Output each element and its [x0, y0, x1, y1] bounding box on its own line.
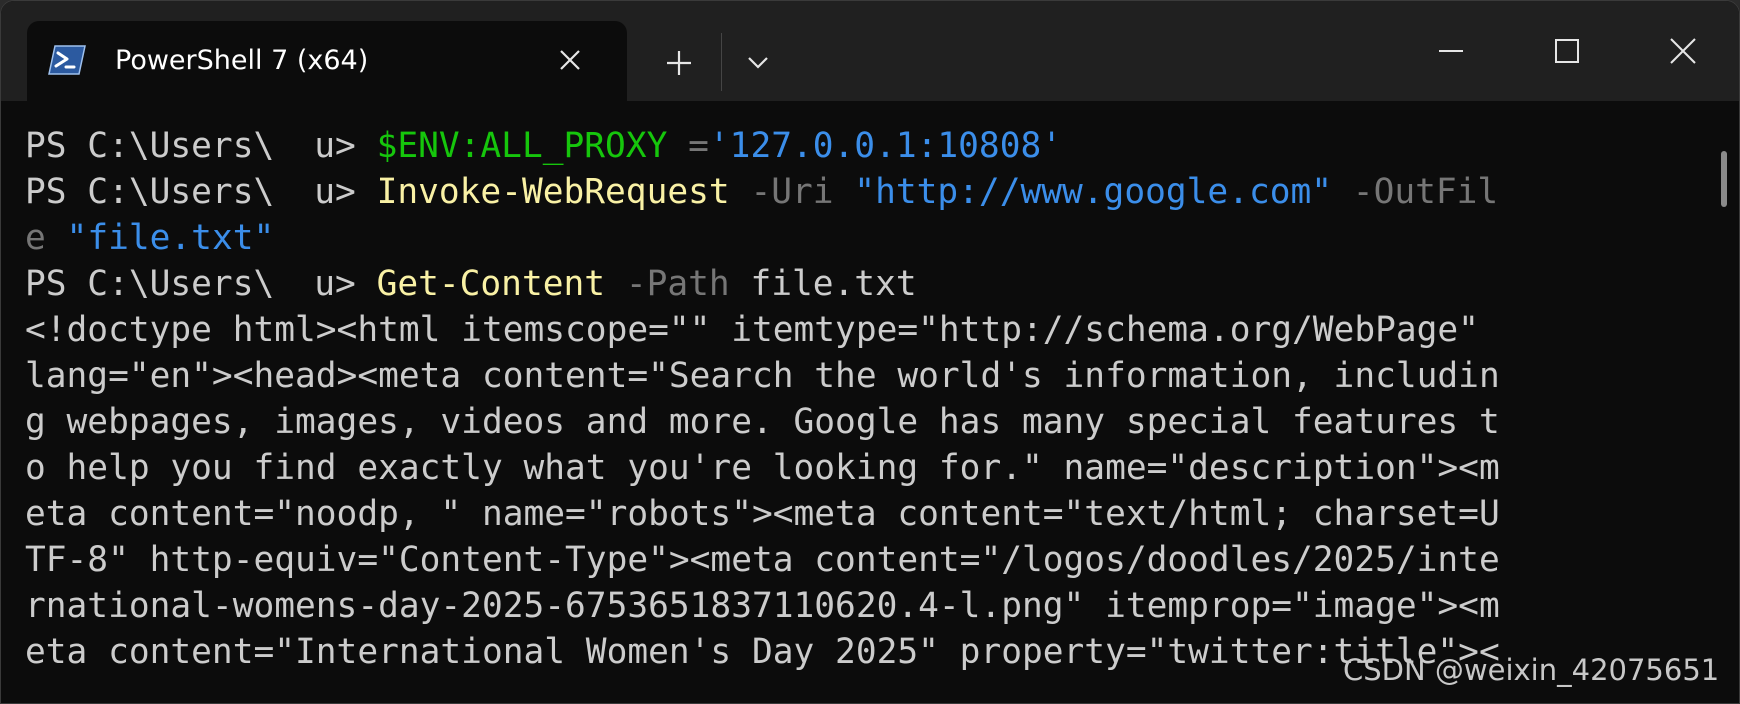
tab-powershell[interactable]: PowerShell 7 (x64) [27, 21, 627, 101]
output-line: eta content="noodp, " name="robots"><met… [25, 494, 1500, 534]
string-value: "http://www.google.com" [854, 172, 1333, 212]
close-icon[interactable] [1663, 31, 1703, 71]
parameter: e [25, 218, 67, 258]
cmdlet: Invoke-WebRequest [376, 172, 730, 212]
prompt: PS C:\Users\ [25, 264, 275, 304]
tab-title: PowerShell 7 (x64) [115, 45, 369, 76]
redacted-username [274, 266, 314, 306]
command-line: PS C:\Users\ u> Invoke-WebRequest -Uri "h… [25, 169, 1725, 215]
output-line: TF-8" http-equiv="Content-Type"><meta co… [25, 540, 1500, 580]
output-line: lang="en"><head><meta content="Search th… [25, 356, 1500, 396]
output-line: <!doctype html><html itemscope="" itemty… [25, 310, 1479, 350]
tab-divider [721, 33, 722, 91]
maximize-icon[interactable] [1547, 31, 1587, 71]
output-line: o help you find exactly what you're look… [25, 448, 1500, 488]
string-value: "file.txt" [66, 218, 275, 258]
close-icon[interactable] [557, 47, 583, 73]
watermark: CSDN @weixin_42075651 [1343, 653, 1720, 687]
parameter: -Path [605, 264, 751, 304]
cmdlet: Get-Content [376, 264, 606, 304]
minimize-icon[interactable] [1431, 31, 1471, 71]
prompt-tail: u> [314, 126, 377, 166]
prompt-tail: u> [314, 172, 377, 212]
command-line: PS C:\Users\ u> Get-Content -Path file.tx… [25, 261, 1725, 307]
operator: = [667, 126, 709, 166]
prompt: PS C:\Users\ [25, 126, 275, 166]
plus-icon[interactable] [661, 45, 697, 81]
output-line: g webpages, images, videos and more. Goo… [25, 402, 1500, 442]
parameter: -Uri [729, 172, 855, 212]
terminal-output[interactable]: PS C:\Users\ u> $ENV:ALL_PROXY ='127.0.0.… [25, 123, 1725, 703]
chevron-down-icon[interactable] [743, 49, 773, 75]
variable: $ENV:ALL_PROXY [376, 126, 668, 166]
redacted-username [274, 174, 314, 214]
string-value: '127.0.0.1:10808' [708, 126, 1063, 166]
title-bar[interactable]: PowerShell 7 (x64) [1, 1, 1739, 101]
command-line: PS C:\Users\ u> $ENV:ALL_PROXY ='127.0.0.… [25, 123, 1725, 169]
powershell-icon [48, 45, 86, 75]
terminal-window: PowerShell 7 (x64) PS C:\Users\ u> $ENV:A… [0, 0, 1740, 704]
command-line-wrap: e "file.txt" [25, 215, 1725, 261]
redacted-username [274, 128, 314, 168]
prompt-tail: u> [314, 264, 377, 304]
output-line: rnational-womens-day-2025-67536518371106… [25, 586, 1500, 626]
prompt: PS C:\Users\ [25, 172, 275, 212]
scrollbar-thumb[interactable] [1721, 151, 1727, 207]
parameter: -OutFil [1332, 172, 1499, 212]
argument: file.txt [750, 264, 917, 304]
